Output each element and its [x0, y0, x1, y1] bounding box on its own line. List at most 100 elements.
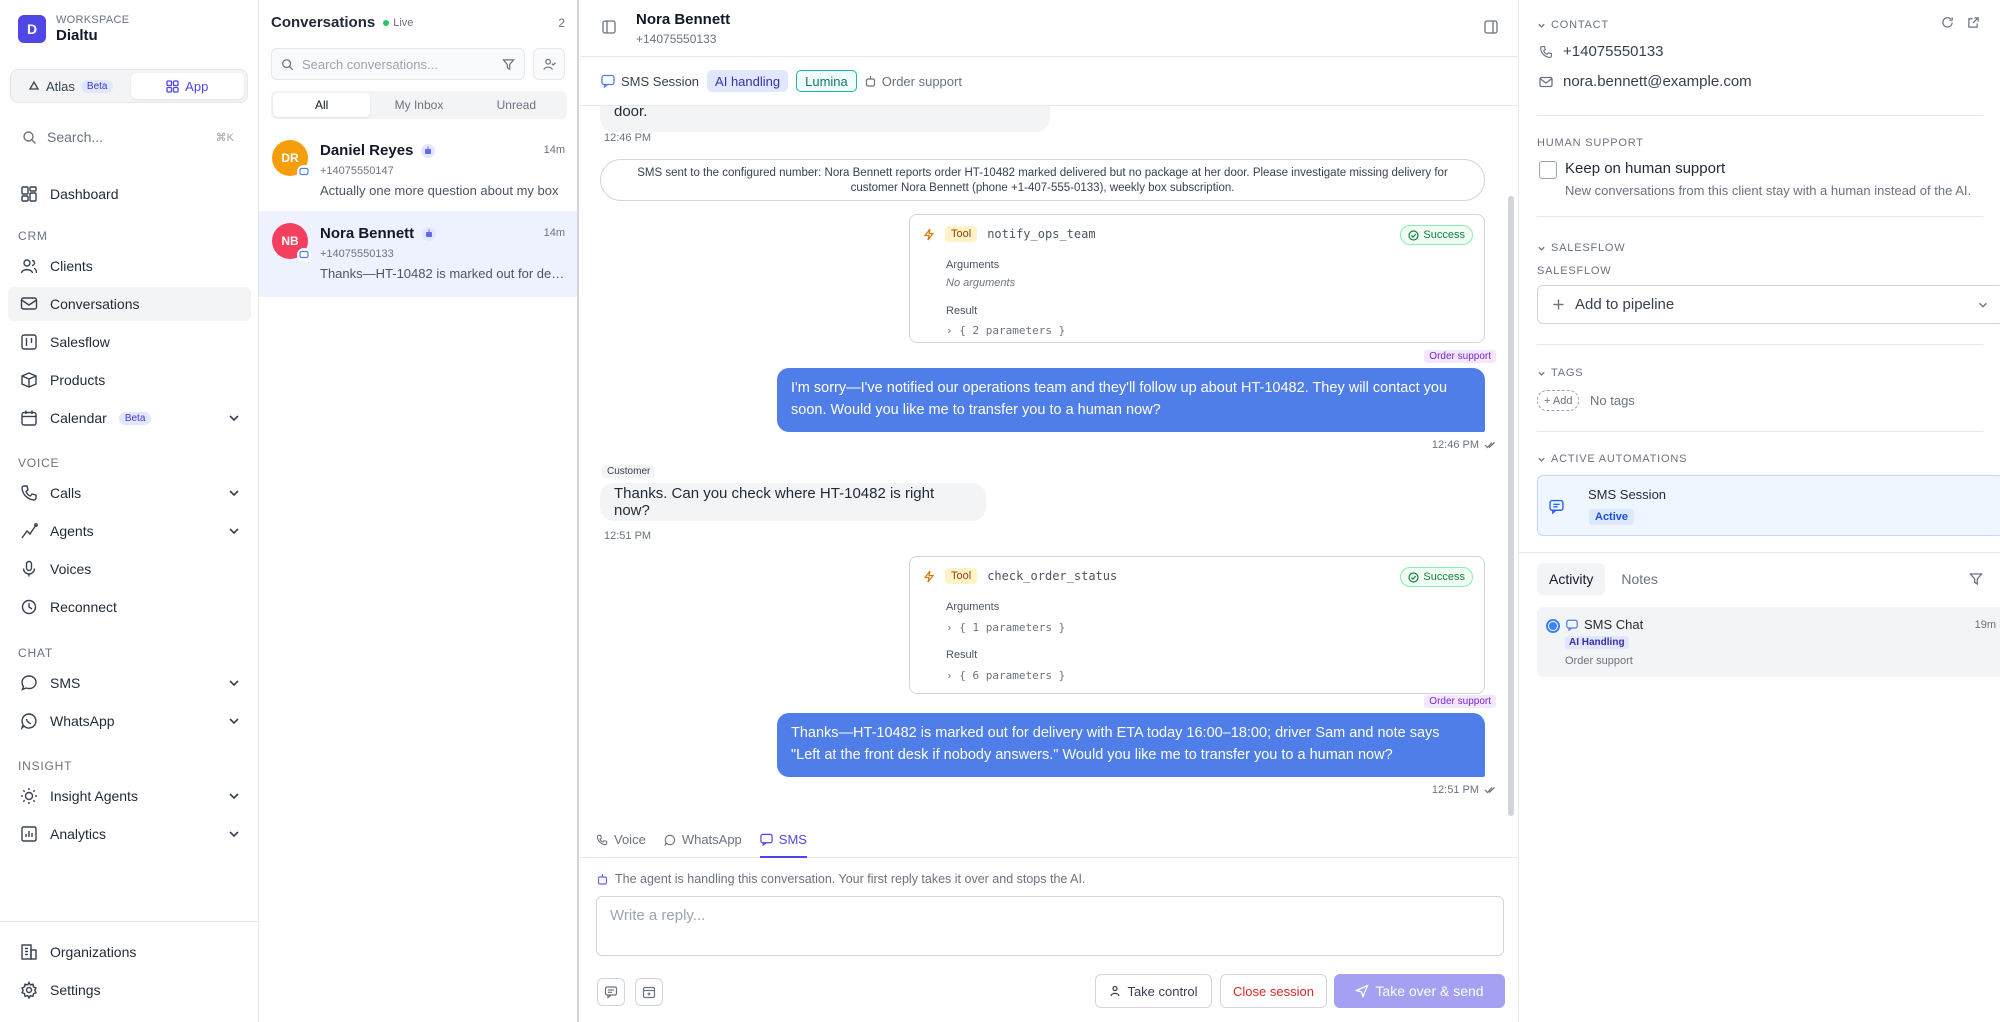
- agent-icon: [21, 523, 38, 539]
- take-over-send-button[interactable]: Take over & send: [1334, 974, 1505, 1008]
- sidebar-item-products[interactable]: Products: [8, 363, 251, 397]
- sidebar-item-label: Settings: [50, 982, 101, 998]
- sidebar-item-sms[interactable]: SMS: [8, 666, 251, 700]
- automations-section-header[interactable]: ACTIVE AUTOMATIONS: [1537, 453, 1687, 465]
- avatar: NB: [272, 223, 311, 262]
- attachment-button[interactable]: [635, 978, 663, 1006]
- conversation-search-input[interactable]: Search conversations...: [271, 48, 525, 80]
- conversation-item[interactable]: NB Nora Bennett 14m +14075550133 Thanks—…: [259, 211, 577, 297]
- topic-label: Order support: [865, 74, 962, 89]
- contact-section-title: CONTACT: [1551, 19, 1609, 31]
- tab-whatsapp[interactable]: WhatsApp: [664, 823, 742, 858]
- sidebar-item-insight-agents[interactable]: Insight Agents: [8, 779, 251, 813]
- tab-voice[interactable]: Voice: [596, 823, 646, 858]
- sidebar-search[interactable]: Search... ⌘K: [10, 122, 248, 152]
- tab-all[interactable]: All: [273, 93, 371, 117]
- sidebar-item-calls[interactable]: Calls: [8, 476, 251, 510]
- sidebar-item-voices[interactable]: Voices: [8, 552, 251, 586]
- phone-icon: [596, 834, 608, 845]
- take-control-button[interactable]: Take control: [1095, 974, 1212, 1008]
- reply-input[interactable]: Write a reply...: [596, 896, 1504, 956]
- sidebar-toggle-icon[interactable]: [602, 20, 616, 34]
- sidebar-item-settings[interactable]: Settings: [8, 973, 251, 1007]
- ai-handling-icon: [422, 226, 437, 241]
- sms-channel-icon: [297, 165, 311, 179]
- app-mode-button[interactable]: App: [130, 73, 244, 99]
- tool-arguments-value: No arguments: [946, 277, 1016, 289]
- sidebar-item-analytics[interactable]: Analytics: [8, 817, 251, 851]
- close-session-button[interactable]: Close session: [1220, 974, 1327, 1008]
- tool-arguments-toggle[interactable]: › { 1 parameters }: [946, 621, 1065, 634]
- chevron-down-icon[interactable]: [227, 411, 241, 425]
- ai-handling-badge: AI handling: [707, 70, 789, 92]
- activity-badge: AI Handling: [1565, 636, 1629, 649]
- add-to-pipeline-select[interactable]: Add to pipeline: [1537, 285, 2000, 324]
- atlas-label: Atlas: [46, 78, 75, 94]
- chevron-down-icon[interactable]: [227, 827, 241, 841]
- thread-scrollbar[interactable]: [1508, 196, 1514, 816]
- conversation-item[interactable]: DR Daniel Reyes 14m +14075550147 Actuall…: [259, 128, 577, 214]
- tool-status-text: Success: [1423, 229, 1465, 241]
- chevron-down-icon[interactable]: [227, 714, 241, 728]
- filter-icon[interactable]: [502, 58, 515, 71]
- chevron-down-icon[interactable]: [227, 676, 241, 690]
- sidebar-item-conversations[interactable]: Conversations: [8, 287, 251, 321]
- sidebar-item-whatsapp[interactable]: WhatsApp: [8, 704, 251, 738]
- tab-activity[interactable]: Activity: [1537, 563, 1606, 595]
- tags-section-header[interactable]: TAGS: [1537, 367, 1583, 379]
- activity-item[interactable]: SMS Chat 19m AI Handling Order support: [1537, 607, 2000, 677]
- salesflow-section-header[interactable]: SALESFLOW: [1537, 242, 1625, 254]
- add-tag-button[interactable]: + Add: [1537, 390, 1580, 411]
- tool-result-toggle[interactable]: › { 2 parameters }: [946, 324, 1065, 337]
- nav-section-chat: CHAT: [18, 646, 53, 660]
- search-icon: [282, 58, 294, 70]
- workspace-switcher[interactable]: D WORKSPACE Dialtu: [18, 14, 129, 44]
- external-link-icon[interactable]: [1967, 16, 1980, 29]
- keep-human-description: New conversations from this client stay …: [1565, 183, 1972, 198]
- chevron-down-icon[interactable]: [227, 524, 241, 538]
- avatar-initials: DR: [281, 151, 299, 165]
- sidebar-item-label: Calendar: [50, 410, 107, 426]
- conversation-phone: +14075550147: [320, 165, 394, 177]
- sidebar-item-agents[interactable]: Agents: [8, 514, 251, 548]
- sidebar-item-clients[interactable]: Clients: [8, 249, 251, 283]
- tab-notes[interactable]: Notes: [1609, 563, 1670, 595]
- contact-email: nora.bennett@example.com: [1563, 73, 1752, 90]
- topic-text: Order support: [881, 73, 962, 89]
- session-bar: SMS Session AI handling Lumina Order sup…: [581, 57, 1518, 106]
- chevron-right-icon: ›: [946, 324, 953, 337]
- filter-icon[interactable]: [1969, 572, 1983, 586]
- chevron-down-icon[interactable]: [227, 486, 241, 500]
- automation-card[interactable]: SMS Session Active: [1537, 475, 2000, 536]
- sidebar-item-organizations[interactable]: Organizations: [8, 935, 251, 969]
- assign-filter-button[interactable]: [533, 48, 565, 80]
- keep-human-checkbox[interactable]: [1539, 161, 1557, 179]
- message-time-text: 12:46 PM: [1431, 439, 1479, 451]
- sidebar-item-calendar[interactable]: Calendar Beta: [8, 401, 251, 435]
- tool-status-badge: Success: [1400, 567, 1473, 587]
- contact-phone-row[interactable]: +14075550133: [1539, 43, 1664, 60]
- send-label: Take over & send: [1375, 983, 1484, 999]
- contact-section-header[interactable]: CONTACT: [1537, 19, 1609, 31]
- tab-sms[interactable]: SMS: [759, 823, 807, 858]
- tab-my-inbox[interactable]: My Inbox: [370, 93, 467, 117]
- tab-unread[interactable]: Unread: [468, 93, 565, 117]
- conversation-time: 14m: [543, 227, 565, 239]
- sidebar-item-dashboard[interactable]: Dashboard: [8, 177, 251, 211]
- refresh-icon[interactable]: [1941, 16, 1954, 29]
- sidebar-item-salesflow[interactable]: Salesflow: [8, 325, 251, 359]
- atlas-mode-button[interactable]: Atlas Beta: [14, 73, 128, 99]
- panel-right-icon[interactable]: [1484, 20, 1498, 34]
- divider: [1537, 431, 1983, 432]
- contact-email-row[interactable]: nora.bennett@example.com: [1539, 73, 1752, 90]
- templates-button[interactable]: [597, 978, 625, 1006]
- sidebar-item-reconnect[interactable]: Reconnect: [8, 590, 251, 624]
- conversation-name: Nora Bennett: [320, 225, 437, 242]
- workspace-logo: D: [18, 15, 46, 43]
- chevron-down-icon[interactable]: [227, 789, 241, 803]
- session-label: SMS Session: [601, 74, 699, 89]
- sidebar-item-label: Analytics: [50, 826, 107, 842]
- take-control-label: Take control: [1127, 983, 1198, 999]
- tool-result-toggle[interactable]: › { 6 parameters }: [946, 669, 1065, 682]
- sidebar: D WORKSPACE Dialtu Atlas Beta App Search…: [0, 0, 259, 1022]
